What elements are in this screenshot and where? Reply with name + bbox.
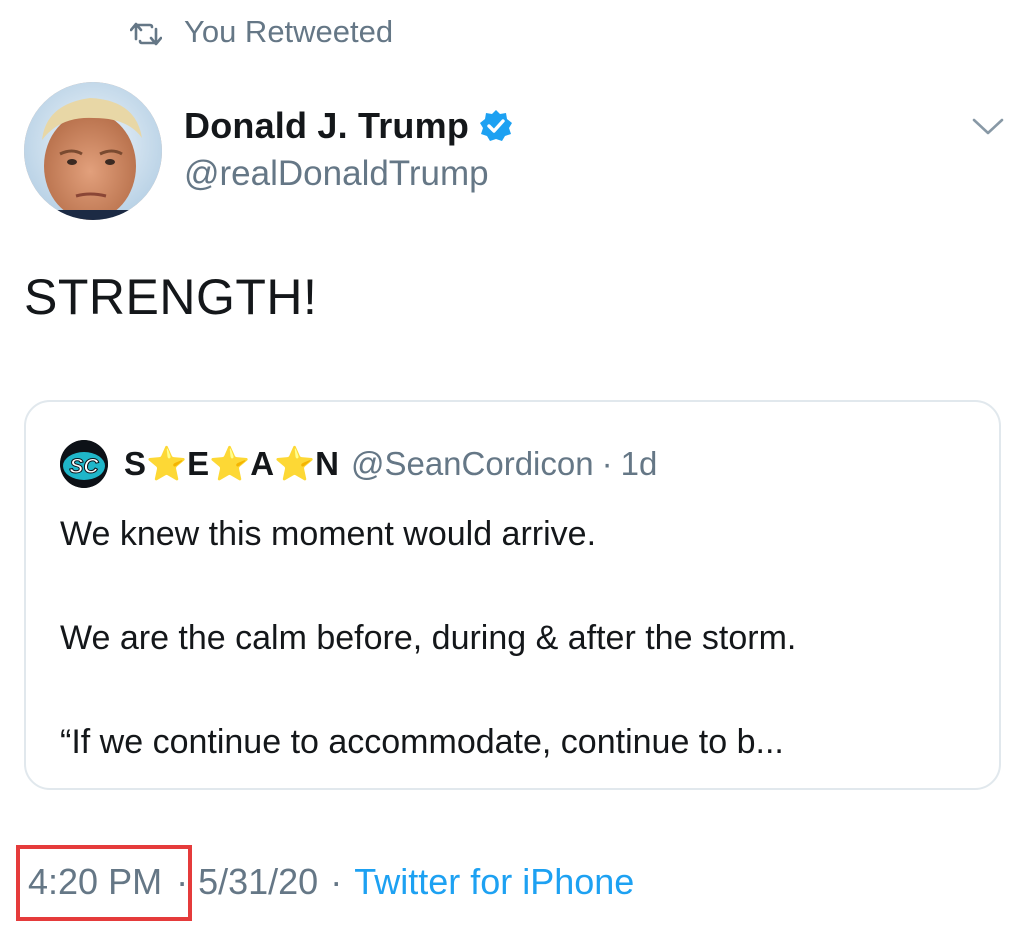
verified-badge-icon xyxy=(479,109,513,143)
quoted-tweet-age: 1d xyxy=(620,445,658,482)
retweet-icon xyxy=(129,19,163,46)
quoted-tweet-card[interactable]: SC S⭐E⭐A⭐N @SeanCordicon · 1d We knew th… xyxy=(24,400,1001,790)
chevron-down-icon[interactable] xyxy=(970,112,1006,140)
quoted-tweet-body: We knew this moment would arrive. We are… xyxy=(60,514,990,826)
tweet-text: STRENGTH! xyxy=(24,269,318,325)
retweet-label: You Retweeted xyxy=(184,14,394,49)
quoted-line: We are the calm before, during & after t… xyxy=(60,619,797,657)
tweet-source-link[interactable]: Twitter for iPhone xyxy=(354,861,634,903)
author-name[interactable]: Donald J. Trump xyxy=(184,105,469,147)
quoted-line: We knew this moment would arrive. xyxy=(60,515,597,553)
quoted-author-handle[interactable]: @SeanCordicon xyxy=(351,445,594,483)
quoted-author-avatar[interactable]: SC xyxy=(60,440,108,488)
quoted-tweet-header: SC S⭐E⭐A⭐N @SeanCordicon · 1d xyxy=(60,440,658,488)
meta-separator: · xyxy=(330,861,343,902)
quoted-separator: · xyxy=(601,445,613,482)
quoted-avatar-text: SC xyxy=(69,455,99,478)
time-highlight-box xyxy=(16,845,192,921)
author-info[interactable]: Donald J. Trump @realDonaldTrump xyxy=(184,100,513,194)
quoted-line: “If we continue to accommodate, continue… xyxy=(60,723,784,761)
quoted-author-name[interactable]: S⭐E⭐A⭐N xyxy=(124,445,339,484)
tweet-date[interactable]: 5/31/20 xyxy=(198,861,318,903)
retweet-context: You Retweeted xyxy=(129,12,394,52)
author-avatar[interactable] xyxy=(24,82,162,220)
author-handle[interactable]: @realDonaldTrump xyxy=(184,154,513,194)
